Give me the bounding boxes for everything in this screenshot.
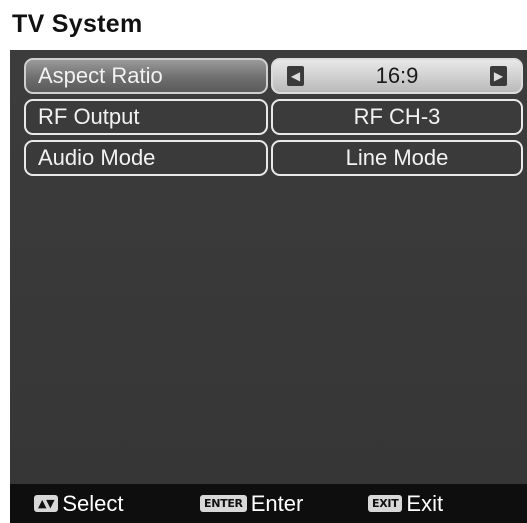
hint-exit: EXIT Exit [368, 484, 443, 523]
menu-row-label: RF Output [24, 99, 268, 135]
aspect-ratio-selector[interactable]: ◀ 16:9 ▶ [271, 58, 523, 94]
title-bar: TV System [0, 0, 527, 50]
hint-select-label: Select [62, 490, 124, 516]
hint-exit-label: Exit [406, 490, 444, 516]
menu-row-label: Audio Mode [24, 140, 268, 176]
left-arrow-icon[interactable]: ◀ [287, 66, 304, 86]
menu-row-label: Aspect Ratio [24, 58, 268, 94]
menu-row-rf-output[interactable]: RF Output RF CH-3 [24, 99, 523, 135]
page-title: TV System [12, 10, 143, 38]
footer-hints: ▲▼ Select ENTER Enter EXIT Exit [10, 484, 527, 523]
menu-screen: Aspect Ratio ◀ 16:9 ▶ RF Output RF CH-3 … [10, 50, 527, 484]
hint-enter-label: Enter [250, 490, 304, 516]
hint-select: ▲▼ Select [34, 484, 123, 523]
rf-output-value[interactable]: RF CH-3 [271, 99, 523, 135]
aspect-ratio-value: 16:9 [375, 63, 419, 88]
exit-key-icon: EXIT [368, 495, 403, 512]
enter-key-icon: ENTER [200, 495, 247, 512]
hint-enter: ENTER Enter [200, 484, 303, 523]
menu-row-aspect-ratio[interactable]: Aspect Ratio ◀ 16:9 ▶ [24, 58, 523, 94]
menu-row-audio-mode[interactable]: Audio Mode Line Mode [24, 140, 523, 176]
right-arrow-icon[interactable]: ▶ [489, 66, 507, 86]
audio-mode-value[interactable]: Line Mode [271, 140, 523, 176]
up-down-keys-icon: ▲▼ [34, 495, 59, 512]
